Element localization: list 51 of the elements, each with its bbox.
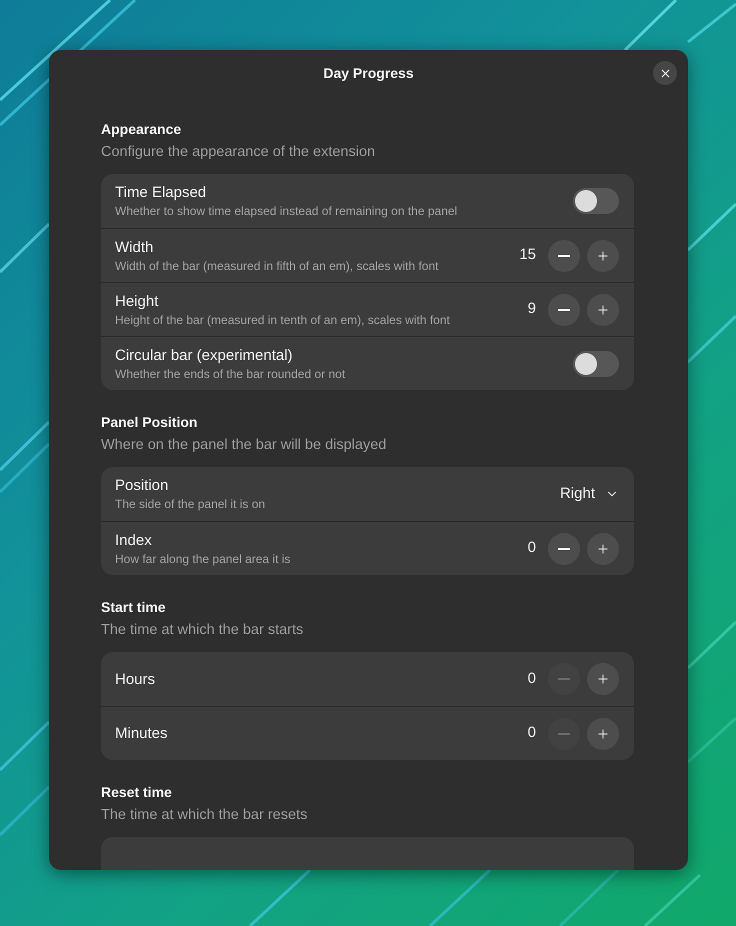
row-description: Width of the bar (measured in fifth of an em), scales with font [115,258,440,274]
minus-icon [558,732,570,734]
section-title: Reset time [101,783,173,801]
spin-value: 9 [528,299,536,320]
close-button[interactable] [653,61,677,85]
decrement-button[interactable] [548,294,580,326]
increment-button[interactable] [587,294,619,326]
window-title: Day Progress [323,64,414,83]
increment-button[interactable] [587,532,619,564]
row-title: Time Elapsed [115,183,208,202]
section-description: The time at which the bar resets [101,806,308,825]
section-description: The time at which the bar starts [101,621,304,640]
spin-value: 15 [519,245,536,266]
section-description: Where on the panel the bar will be displayed [101,436,388,455]
increment-button[interactable] [587,718,619,750]
row-description: Whether to show time elapsed instead of remaining on the panel [115,203,458,219]
spin-value: 0 [528,723,536,744]
decrement-button[interactable] [548,240,580,272]
section-title: Panel Position [101,413,198,431]
toggle-switch[interactable] [573,350,619,376]
minus-icon [558,678,570,680]
decrement-button[interactable] [548,532,580,564]
row-title: Hours [115,670,156,688]
dropdown-button[interactable]: Right [560,482,619,506]
row-description: Height of the bar (measured in tenth of an em), scales with font [115,312,451,328]
row-title: Index [115,530,153,550]
increment-button[interactable] [587,240,619,272]
minus-icon [558,254,570,256]
section-title: Appearance [101,120,182,138]
toggle-switch[interactable] [573,188,619,214]
row-title: Circular bar (experimental) [115,346,294,364]
spin-value: 0 [528,668,536,689]
plus-icon [596,542,610,556]
section-title: Start time [101,598,167,616]
increment-button[interactable] [587,663,619,695]
row-description: How far along the panel area it is [115,550,292,566]
row-description: The side of the panel it is on [115,496,266,512]
row-description: Whether the ends of the bar rounded or not [115,366,346,382]
row-title: Minutes [115,724,169,743]
plus-icon [596,672,610,686]
spin-value: 0 [528,538,536,558]
section-description: Configure the appearance of the extension [101,143,376,162]
row-title: Height [115,292,160,310]
close-icon [658,66,672,80]
minus-icon [558,308,570,310]
plus-icon [596,726,610,740]
minus-icon [558,548,570,550]
plus-icon [596,248,610,262]
plus-icon [596,302,610,316]
row-title: Position [115,476,170,495]
row-title: Width [115,238,154,256]
